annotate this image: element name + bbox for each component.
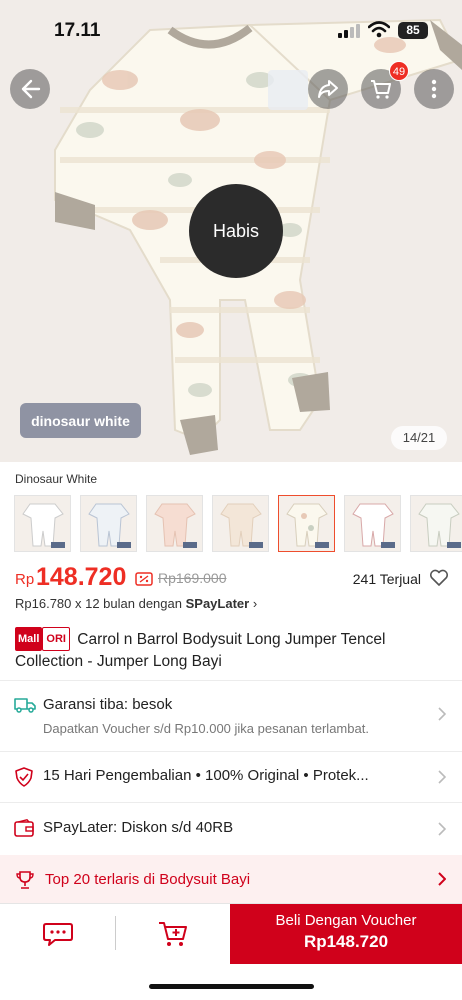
variant-name-label: Dinosaur White [15, 472, 98, 486]
status-bar: 17.11 85 [0, 0, 462, 58]
price-currency: Rp [15, 571, 35, 588]
installment-text: Rp16.780 x 12 bulan dengan [15, 596, 182, 611]
image-counter: 14/21 [391, 426, 447, 450]
variant-thumbnails [14, 495, 462, 552]
spaylater-installment[interactable]: Rp16.780 x 12 bulan dengan SPayLater › [15, 596, 257, 611]
spaylater-discount-label: SPayLater: Diskon s/d 40RB [43, 819, 234, 836]
sold-count: 241 Terjual [352, 571, 421, 587]
spaylater-discount-row[interactable]: SPayLater: Diskon s/d 40RB [0, 803, 462, 855]
chevron-right-icon [438, 872, 446, 886]
more-vertical-icon [431, 79, 437, 99]
chevron-right-icon [438, 770, 446, 784]
product-title-text: Carrol n Barrol Bodysuit Long Jumper Ten… [15, 631, 386, 670]
add-to-cart-icon [159, 922, 187, 946]
more-options-button[interactable] [414, 69, 454, 109]
variant-thumb[interactable] [80, 495, 137, 552]
price-row: Rp 148.720 Rp169.000 241 Terjual [15, 563, 449, 593]
wifi-icon [368, 21, 390, 38]
shipping-label: Garansi tiba: besok [43, 696, 173, 713]
cart-icon [371, 80, 391, 99]
wallet-icon [14, 819, 34, 837]
variant-thumb-selected[interactable] [278, 495, 335, 552]
cart-button[interactable]: 49 [361, 61, 409, 109]
discount-voucher-icon [135, 572, 153, 586]
shipping-guarantee-row[interactable]: Garansi tiba: besok Dapatkan Voucher s/d… [0, 681, 462, 751]
status-time: 17.11 [54, 20, 101, 41]
chevron-right-icon: › [252, 596, 258, 611]
share-icon [318, 80, 338, 98]
battery-indicator: 85 [398, 22, 428, 39]
original-price: Rp169.000 [158, 570, 227, 586]
add-to-cart-button[interactable] [116, 904, 230, 964]
chevron-right-icon [438, 822, 446, 836]
back-arrow-icon [21, 79, 41, 99]
price-value: 148.720 [36, 563, 127, 591]
cart-count-badge: 49 [389, 61, 409, 81]
variant-thumb[interactable] [146, 495, 203, 552]
cellular-signal-icon [338, 24, 360, 38]
favorite-heart-icon[interactable] [429, 569, 449, 587]
truck-icon [14, 698, 36, 713]
spaylater-brand: SPayLater [185, 596, 250, 611]
back-button[interactable] [10, 69, 50, 109]
buy-button-label: Beli Dengan Voucher [275, 912, 417, 929]
product-title: Mall ORI Carrol n Barrol Bodysuit Long Ju… [15, 627, 447, 673]
product-image-gallery[interactable]: 49 Habis dinosaur white 14/21 [0, 0, 462, 462]
buy-button-price: Rp148.720 [303, 932, 389, 951]
guarantee-row[interactable]: 15 Hari Pengembalian • 100% Original • P… [0, 752, 462, 802]
mall-badge: Mall [15, 627, 43, 651]
chat-button[interactable] [0, 904, 115, 964]
variant-thumb[interactable] [14, 495, 71, 552]
top-seller-row[interactable]: Top 20 terlaris di Bodysuit Bayi [0, 855, 462, 903]
chat-icon [42, 923, 73, 946]
guarantee-label: 15 Hari Pengembalian • 100% Original • P… [43, 767, 369, 784]
sold-out-overlay: Habis [189, 184, 283, 278]
share-button[interactable] [308, 69, 348, 109]
variant-thumb[interactable] [344, 495, 401, 552]
buy-with-voucher-button[interactable]: Beli Dengan Voucher Rp148.720 [230, 904, 462, 964]
variant-thumb[interactable] [410, 495, 462, 552]
variant-chip[interactable]: dinosaur white [20, 403, 141, 438]
top-seller-label: Top 20 terlaris di Bodysuit Bayi [45, 871, 251, 888]
shipping-subtext: Dapatkan Voucher s/d Rp10.000 jika pesan… [43, 721, 369, 736]
bottom-action-bar: Beli Dengan Voucher Rp148.720 [0, 903, 462, 964]
ori-badge: ORI [42, 627, 70, 651]
shield-check-icon [15, 767, 33, 787]
variant-thumb[interactable] [212, 495, 269, 552]
trophy-icon [16, 871, 34, 889]
chevron-right-icon [438, 707, 446, 721]
home-indicator [149, 984, 314, 989]
